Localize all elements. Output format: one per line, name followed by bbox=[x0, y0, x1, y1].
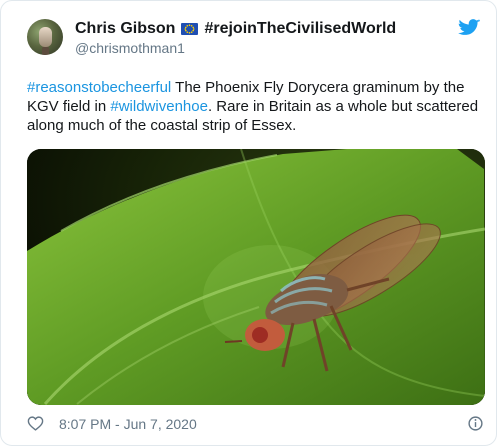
avatar[interactable] bbox=[27, 19, 63, 55]
tweet-timestamp[interactable]: 8:07 PM - Jun 7, 2020 bbox=[59, 416, 197, 432]
tweet-photo[interactable] bbox=[27, 149, 485, 405]
hashtag-reasonstobecheerful[interactable]: #reasonstobecheerful bbox=[27, 79, 171, 96]
heart-icon[interactable] bbox=[27, 415, 44, 432]
author-name-hashtag[interactable]: #rejoinTheCivilisedWorld bbox=[204, 20, 396, 37]
tweet-card: Chris Gibson #rejoinTheCivilisedWorld @c… bbox=[0, 0, 497, 446]
twitter-bird-icon[interactable] bbox=[458, 19, 480, 37]
info-icon[interactable] bbox=[467, 415, 484, 432]
hashtag-wildwivenhoe[interactable]: #wildwivenhoe bbox=[110, 98, 208, 115]
fly-on-leaf-photo bbox=[27, 149, 485, 405]
author-name[interactable]: Chris Gibson bbox=[75, 20, 175, 37]
author-name-row[interactable]: Chris Gibson #rejoinTheCivilisedWorld bbox=[75, 20, 396, 38]
tweet-text: #reasonstobecheerful The Phoenix Fly Dor… bbox=[27, 78, 482, 135]
tweet-header: Chris Gibson #rejoinTheCivilisedWorld @c… bbox=[27, 15, 482, 63]
author-handle[interactable]: @chrismothman1 bbox=[75, 40, 185, 56]
eu-flag-icon bbox=[181, 23, 199, 35]
